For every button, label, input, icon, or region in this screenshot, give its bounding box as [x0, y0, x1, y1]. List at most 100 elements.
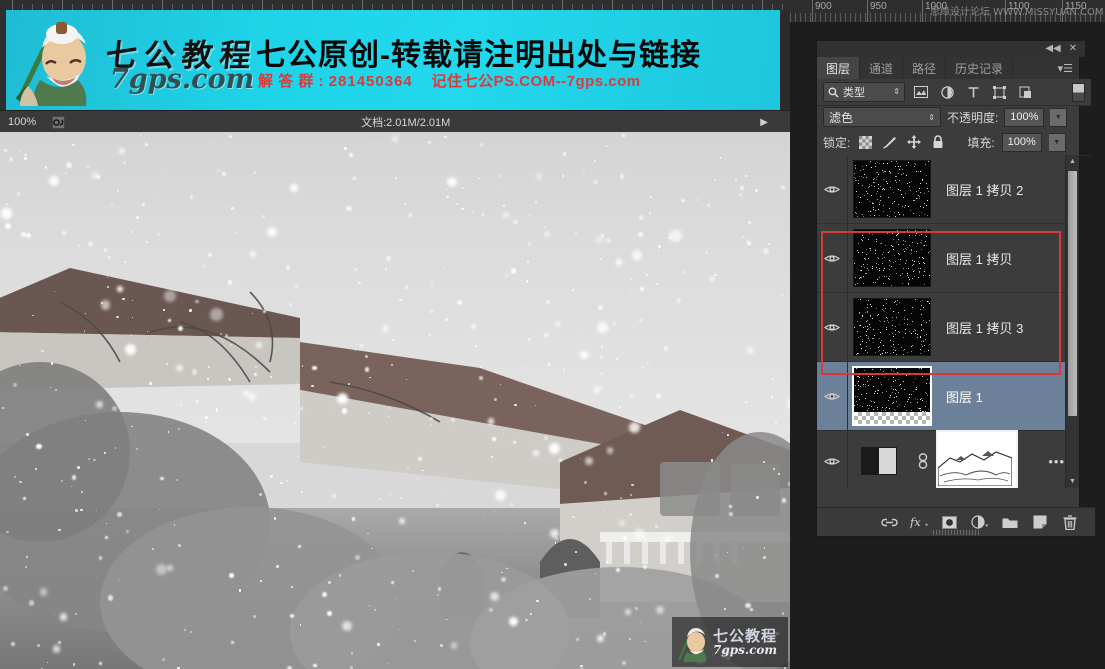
layer-thumbnail-wrap[interactable]: [848, 298, 936, 356]
add-layer-mask-icon[interactable]: [940, 513, 959, 532]
banner-sub-note: 记住七公PS.COM--7gps.com: [431, 73, 641, 90]
photoshop-window: 七公教程 7gps.com 七公原创-转载请注明出处与链接 解 答 群 : 28…: [0, 0, 1105, 669]
layer-thumbnail-wrap[interactable]: [848, 160, 936, 218]
scroll-up-arrow-icon[interactable]: ▲: [1066, 155, 1079, 168]
new-group-icon[interactable]: [1000, 513, 1019, 532]
tab-channels[interactable]: 通道: [860, 57, 904, 79]
zoom-level[interactable]: 100%: [0, 116, 44, 128]
layer-visibility-toggle[interactable]: [817, 293, 848, 361]
layer-visibility-toggle[interactable]: [817, 224, 848, 292]
mascot-icon: [15, 22, 87, 106]
tab-layers[interactable]: 图层: [817, 57, 861, 79]
layer-list[interactable]: 图层 1 拷贝 2 图层 1 拷贝 图层 1 拷贝 3 图层 1 •••: [817, 155, 1079, 488]
adjustment-filter-icon[interactable]: [937, 83, 957, 101]
link-layers-icon[interactable]: [880, 513, 899, 532]
layer-thumbnail-wrap[interactable]: [848, 229, 936, 287]
layer-name: 图层 1 拷贝: [946, 251, 1013, 267]
pixel-filter-icon[interactable]: [911, 83, 931, 101]
scrollbar-thumb[interactable]: [1068, 171, 1077, 416]
document-size-label: 文档:2.01M/2.01M: [361, 117, 451, 129]
all-lock-icon[interactable]: [929, 134, 946, 151]
layers-panel-footer: fx: [817, 507, 1095, 536]
banner-subline: 解 答 群 : 281450364 记住七公PS.COM--7gps.com: [258, 70, 641, 91]
fill-spinner-icon[interactable]: ▼: [1048, 132, 1066, 152]
position-lock-icon[interactable]: [905, 134, 922, 151]
scroll-down-arrow-icon[interactable]: ▼: [1066, 475, 1079, 488]
layer-thumbnail[interactable]: [853, 160, 931, 218]
banner-artwork: 七公教程 7gps.com 七公原创-转载请注明出处与链接 解 答 群 : 28…: [6, 10, 780, 110]
banner-logo-url: 7gps.com: [110, 64, 255, 95]
panel-resize-grip[interactable]: [933, 530, 979, 535]
banner-headline: 七公原创-转载请注明出处与链接: [256, 39, 701, 72]
transparency-lock-icon[interactable]: [857, 134, 874, 151]
gradient-fill-thumb[interactable]: [861, 447, 897, 475]
eye-icon: [824, 457, 840, 465]
corner-watermark-cn: 七公教程: [713, 626, 778, 645]
forum-watermark: 思缘设计论坛 WWW.MISSYUAN.COM: [930, 7, 1104, 18]
layer-thumbnail[interactable]: [852, 366, 932, 426]
eye-icon: [824, 254, 840, 262]
document-status-bar: 100% 文档:2.01M/2.01M ▶: [0, 110, 790, 134]
banner-sub-qq: 281450364: [328, 73, 413, 90]
type-filter-icon[interactable]: [963, 83, 983, 101]
layer-thumbnail[interactable]: [853, 298, 931, 356]
new-layer-icon[interactable]: [1030, 513, 1049, 532]
layer-overflow-dots[interactable]: •••: [1048, 454, 1065, 469]
layer-list-scrollbar[interactable]: ▲ ▼: [1065, 155, 1079, 488]
tab-history[interactable]: 历史记录: [946, 57, 1014, 79]
top-ruler[interactable]: 900 950 1000 1100 1150 思缘设计论坛 WWW.MISSYUAN.C…: [790, 0, 1105, 23]
background-layer-row[interactable]: •••: [817, 430, 1079, 488]
corner-watermark-url: 7gps.com: [713, 642, 778, 657]
smart-object-filter-icon[interactable]: [1015, 83, 1035, 101]
close-panel-icon[interactable]: ✕: [1067, 43, 1079, 55]
link-chain-icon[interactable]: [910, 453, 936, 469]
panel-titlebar: ◀◀ ✕: [817, 41, 1085, 57]
layer-row[interactable]: 图层 1 拷贝 2: [817, 155, 1079, 224]
blend-mode-spinner-icon[interactable]: ⇕: [928, 113, 935, 122]
filter-enable-toggle[interactable]: [1072, 82, 1085, 102]
status-icons[interactable]: [44, 115, 73, 129]
layer-row[interactable]: 图层 1 拷贝 3: [817, 293, 1079, 362]
new-adjustment-layer-icon[interactable]: [970, 513, 989, 532]
corner-mascot-icon: [677, 628, 707, 662]
collapse-panel-icon[interactable]: ◀◀: [1045, 43, 1060, 55]
layer-thumbnail-wrap[interactable]: [848, 366, 936, 426]
pixels-lock-icon[interactable]: [881, 134, 898, 151]
eye-icon: [824, 323, 840, 331]
filter-kind-select[interactable]: 类型 ⇕: [823, 82, 905, 102]
gradient-fill-thumb-wrap[interactable]: [848, 447, 910, 475]
gear-icon[interactable]: [52, 115, 66, 129]
layer-row[interactable]: 图层 1 拷贝: [817, 224, 1079, 293]
opacity-value[interactable]: 100%: [1004, 107, 1045, 127]
shape-filter-icon[interactable]: [989, 83, 1009, 101]
status-menu-arrow-icon[interactable]: ▶: [738, 117, 790, 128]
layer-mask-thumb[interactable]: [936, 430, 1018, 488]
layer-style-fx-icon[interactable]: fx: [910, 513, 929, 532]
panel-menu-icon[interactable]: ▾☰: [1058, 57, 1079, 79]
lock-row: 锁定: 填充: 100% ▼: [817, 129, 1091, 156]
tab-paths[interactable]: 路径: [903, 57, 947, 79]
document-photo[interactable]: 七公教程 7gps.com: [0, 132, 790, 669]
opacity-spinner-icon[interactable]: ▼: [1050, 107, 1068, 127]
document-horizontal-ruler[interactable]: [0, 0, 790, 10]
transparent-area: [854, 412, 930, 424]
layers-panel: ◀◀ ✕ 图层 通道 路径 历史记录 ▾☰ 类型 ⇕ 滤色 ⇕ 不透明度: 10…: [816, 40, 1095, 537]
layer-name: 图层 1: [946, 389, 983, 405]
right-dock: ◀◀ ✕ 图层 通道 路径 历史记录 ▾☰ 类型 ⇕ 滤色 ⇕ 不透明度: 10…: [790, 22, 1105, 669]
layer-row[interactable]: 图层 1: [817, 362, 1079, 431]
delete-layer-icon[interactable]: [1060, 513, 1079, 532]
layer-visibility-toggle[interactable]: [817, 362, 848, 430]
layer-thumbnail[interactable]: [853, 229, 931, 287]
layer-name: 图层 1 拷贝 2: [946, 182, 1024, 198]
document-canvas-area: 七公教程 7gps.com 七公原创-转载请注明出处与链接 解 答 群 : 28…: [0, 0, 790, 669]
layer-visibility-toggle[interactable]: [817, 431, 848, 488]
filter-kind-spinner-icon[interactable]: ⇕: [893, 88, 900, 96]
blend-mode-value: 滤色: [829, 110, 854, 125]
layer-name: 图层 1 拷贝 3: [946, 320, 1024, 336]
banner-sub-label: 解 答 群 :: [258, 73, 324, 90]
fill-value[interactable]: 100%: [1001, 132, 1042, 152]
layer-visibility-toggle[interactable]: [817, 155, 848, 223]
blend-mode-row: 滤色 ⇕ 不透明度: 100% ▼: [817, 105, 1091, 129]
corner-watermark: 七公教程 7gps.com: [672, 617, 788, 667]
blend-mode-select[interactable]: 滤色 ⇕: [823, 107, 941, 127]
